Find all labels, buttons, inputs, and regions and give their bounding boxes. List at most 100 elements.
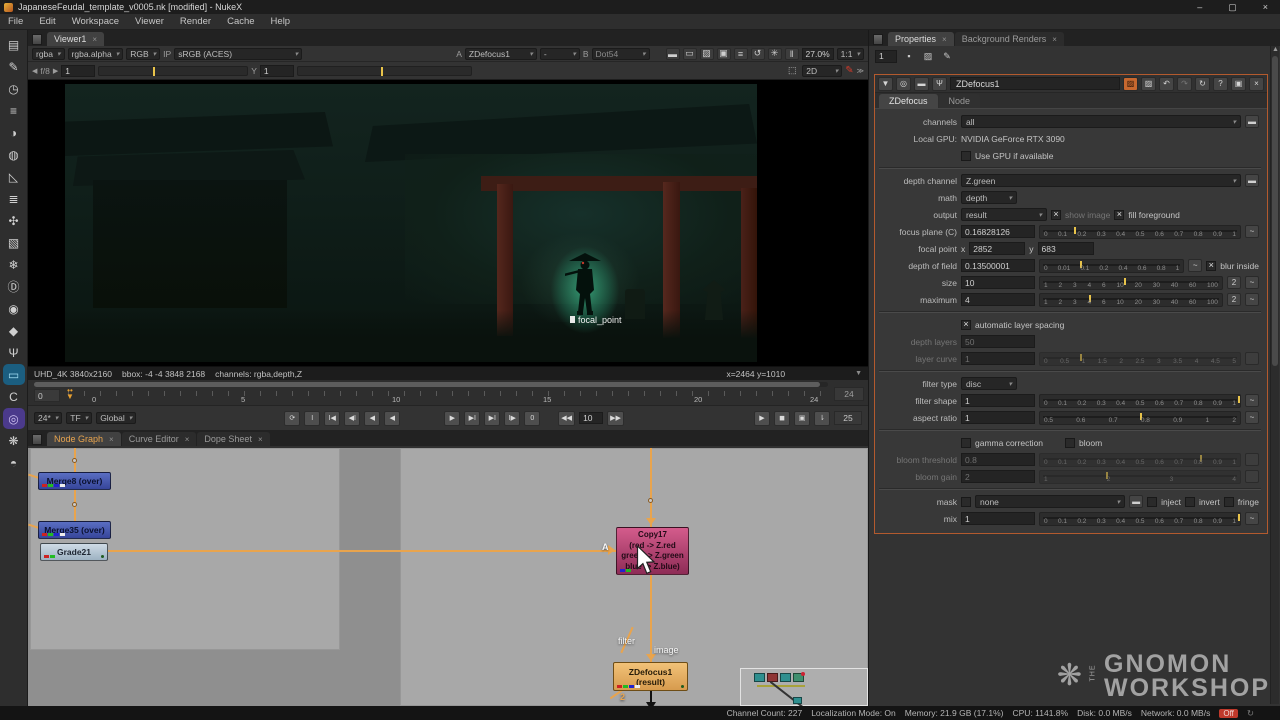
frame-lock-button[interactable]: I [304, 411, 320, 426]
fringe-checkbox[interactable] [1224, 497, 1234, 507]
size-curve-icon[interactable]: ~ [1245, 276, 1259, 289]
close-button[interactable]: × [1263, 2, 1268, 13]
frame-increment-field[interactable]: 10 [579, 412, 603, 424]
cattery-icon[interactable]: C [3, 386, 25, 407]
focal-point-x-field[interactable]: 2852 [969, 242, 1025, 255]
menu-workspace[interactable]: Workspace [72, 16, 119, 27]
gain-prev-icon[interactable]: ◀ [32, 67, 37, 75]
help-button[interactable]: ? [1213, 77, 1228, 91]
tab-node-graph[interactable]: Node Graph× [47, 432, 121, 446]
minimize-button[interactable]: – [1197, 2, 1202, 13]
pane-menu-icon[interactable] [873, 34, 883, 45]
timeline-scrollbar[interactable] [34, 382, 828, 387]
input-process-toggle[interactable]: IP [163, 49, 171, 59]
deep-icon[interactable]: Ⓓ [3, 276, 25, 297]
blur-inside-checkbox[interactable]: × [1206, 261, 1216, 271]
render-icon[interactable]: ◼ [774, 411, 790, 426]
dof-slider[interactable]: 00.010.10.20.40.60.81 [1039, 259, 1184, 273]
views-icon[interactable]: ◉ [3, 298, 25, 319]
filter-shape-field[interactable]: 1 [961, 394, 1035, 407]
prev-key-button[interactable]: ◀I [344, 411, 360, 426]
timeline-ruler[interactable]: 0 ••▼ 0 5 10 15 20 24 24 [28, 380, 868, 406]
wipe-icon[interactable]: ▬ [666, 48, 680, 60]
pause-icon[interactable]: ‖ [785, 48, 799, 60]
revert-button[interactable]: ↻ [1195, 77, 1210, 91]
tab-node[interactable]: Node [939, 94, 981, 108]
fps-select[interactable]: 24*▾ [34, 412, 62, 424]
show-image-checkbox[interactable]: × [1051, 210, 1061, 220]
close-panel-button[interactable]: × [1249, 77, 1264, 91]
refresh-icon[interactable]: ↺ [751, 48, 765, 60]
depth-layers-field[interactable]: 50 [961, 335, 1035, 348]
channels-extra-button[interactable]: ▬ [1245, 115, 1259, 128]
viewer-lut-select[interactable]: sRGB (ACES)▾ [174, 48, 302, 60]
loop-mode-button[interactable]: ⟳ [284, 411, 300, 426]
output-select[interactable]: result▾ [961, 208, 1047, 221]
bloom-gain-button[interactable] [1245, 470, 1259, 483]
metadata-icon[interactable]: ◆ [3, 320, 25, 341]
maximum-curve-icon[interactable]: ~ [1245, 293, 1259, 306]
display-channel-select[interactable]: RGB▾ [126, 48, 160, 60]
lock-panels-icon[interactable]: ▪ [902, 50, 916, 63]
channel-set-button[interactable]: ▨ [1123, 77, 1138, 91]
tab-zdefocus[interactable]: ZDefocus [879, 94, 938, 108]
inject-checkbox[interactable] [1147, 497, 1157, 507]
layer-curve-slider[interactable]: 00.511.522.533.544.55 [1039, 352, 1241, 366]
last-frame-button[interactable]: I▶ [504, 411, 520, 426]
focal-point-y-field[interactable]: 683 [1038, 242, 1094, 255]
dof-field[interactable]: 0.13500001 [961, 259, 1035, 272]
filter-icon[interactable]: ◍ [3, 144, 25, 165]
skip-back-button[interactable]: ◀◀ [558, 411, 575, 426]
roi-icon[interactable]: ✳ [768, 48, 782, 60]
pane-menu-icon[interactable] [32, 434, 42, 445]
node-merge8[interactable]: Merge8 (over) [38, 472, 111, 490]
last-frame-field[interactable]: 25 [834, 411, 862, 425]
use-gpu-checkbox[interactable] [961, 151, 971, 161]
merge-icon[interactable]: ≣ [3, 188, 25, 209]
tf-select[interactable]: TF▾ [66, 412, 92, 424]
menu-cache[interactable]: Cache [227, 16, 254, 27]
focus-plane-field[interactable]: 0.16828126 [961, 225, 1035, 238]
ofx-icon[interactable]: ◓ [3, 452, 25, 473]
gain-field[interactable]: 1 [61, 65, 95, 77]
annotate-pencil-icon[interactable]: ✎ [845, 65, 853, 76]
filter-shape-curve-icon[interactable]: ~ [1245, 394, 1259, 407]
float-panel-button[interactable]: ▣ [1231, 77, 1246, 91]
overlay-icon[interactable]: ▣ [717, 48, 731, 60]
3d-icon[interactable]: ▧ [3, 232, 25, 253]
layer-curve-field[interactable]: 1 [961, 352, 1035, 365]
channel-icon[interactable]: ≡ [3, 100, 25, 121]
step-back-button[interactable]: ◀ [384, 411, 400, 426]
collapse-chevrons-icon[interactable]: ≫ [857, 67, 864, 75]
menu-render[interactable]: Render [180, 16, 211, 27]
node-zdefocus1[interactable]: ZDefocus1 (result) [613, 662, 688, 691]
draw-icon[interactable]: ✎ [3, 56, 25, 77]
play-fwd-button[interactable]: ▶I [464, 411, 480, 426]
menu-help[interactable]: Help [271, 16, 291, 27]
gamma-field[interactable]: 1 [260, 65, 294, 77]
fill-foreground-checkbox[interactable]: × [1114, 210, 1124, 220]
range-start-field[interactable]: 0 [34, 389, 60, 402]
size-channels-button[interactable]: 2 [1227, 276, 1241, 289]
a-extra-select[interactable]: -▾ [540, 48, 580, 60]
invert-checkbox[interactable] [1185, 497, 1195, 507]
depth-channel-select[interactable]: Z.green▾ [961, 174, 1241, 187]
range-end-field[interactable]: 24 [834, 387, 864, 401]
layer-select[interactable]: rgba▾ [32, 48, 65, 60]
aspect-ratio-field[interactable]: 1 [961, 411, 1035, 424]
image-icon[interactable]: ▤ [3, 34, 25, 55]
collapse-panel-button[interactable]: ▼ [878, 77, 893, 91]
expression-button[interactable]: Ψ [932, 77, 947, 91]
other-icon[interactable]: ▭ [3, 364, 25, 385]
tab-viewer1[interactable]: Viewer1 × [47, 32, 104, 46]
checkerboard-icon[interactable]: ▨ [700, 48, 714, 60]
center-node-button[interactable]: ◎ [896, 77, 911, 91]
bloom-threshold-slider[interactable]: 00.10.20.30.40.50.60.70.80.91 [1039, 453, 1241, 467]
menu-file[interactable]: File [8, 16, 23, 27]
maximize-button[interactable]: ▢ [1228, 2, 1237, 13]
status-refresh-icon[interactable]: ↻ [1247, 708, 1254, 719]
bloom-threshold-field[interactable]: 0.8 [961, 453, 1035, 466]
layer-curve-button[interactable] [1245, 352, 1259, 365]
depth-channel-extra-button[interactable]: ▬ [1245, 174, 1259, 187]
plugins-icon[interactable]: ◎ [3, 408, 25, 429]
